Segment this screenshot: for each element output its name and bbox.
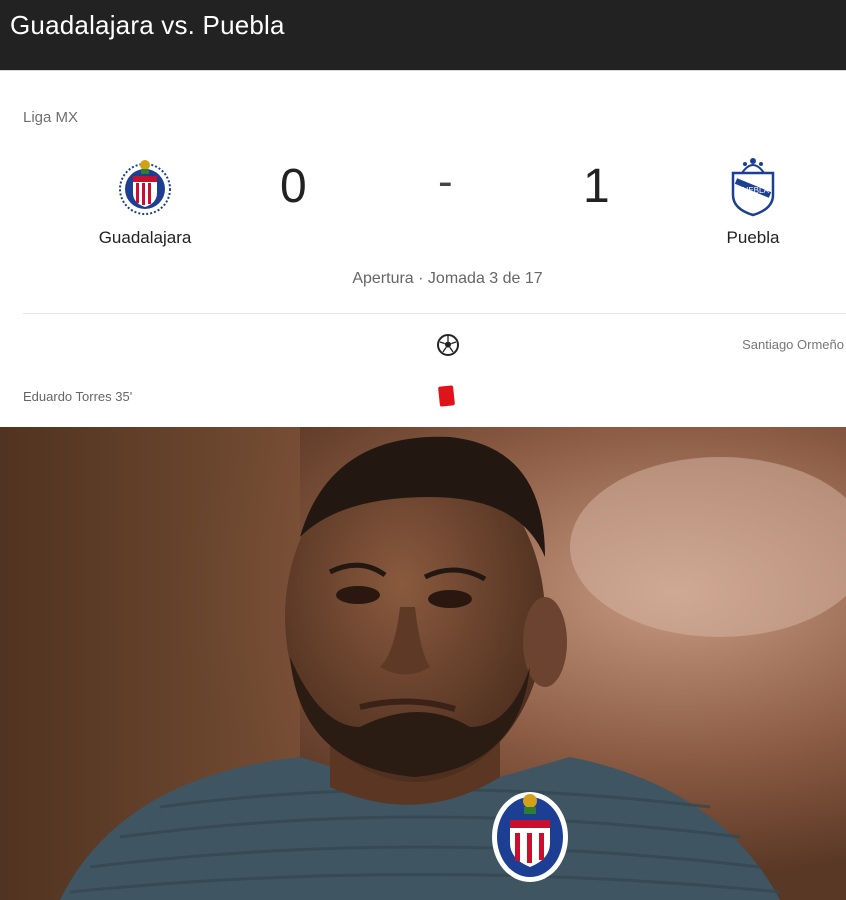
page-title: Guadalajara vs. Puebla bbox=[10, 10, 285, 40]
reaction-photo-illustration bbox=[0, 427, 846, 900]
puebla-crest-icon: PUEBLA bbox=[731, 158, 775, 217]
match-card[interactable]: Liga MX Guadalajara 0 - 1 PUEBLA Puebla bbox=[0, 70, 846, 427]
away-team[interactable]: PUEBLA Puebla bbox=[673, 151, 833, 248]
score-separator: - bbox=[438, 157, 453, 206]
round-info: Apertura · Jomada 3 de 17 bbox=[352, 270, 543, 287]
away-goal-scorer[interactable]: Santiago Ormeño bbox=[742, 337, 844, 352]
header-bar: Guadalajara vs. Puebla bbox=[0, 0, 846, 70]
soccer-ball-icon bbox=[437, 334, 459, 356]
away-team-name[interactable]: Puebla bbox=[673, 228, 833, 248]
reaction-photo bbox=[0, 427, 846, 900]
home-team-name[interactable]: Guadalajara bbox=[65, 228, 225, 248]
league-label[interactable]: Liga MX bbox=[23, 109, 78, 126]
home-team[interactable]: Guadalajara bbox=[65, 151, 225, 248]
guadalajara-crest-icon bbox=[119, 160, 171, 215]
away-score: 1 bbox=[583, 160, 610, 213]
red-card-icon bbox=[437, 385, 456, 407]
divider bbox=[23, 313, 846, 314]
home-score: 0 bbox=[280, 160, 307, 213]
home-red-card-player[interactable]: Eduardo Torres 35' bbox=[23, 389, 132, 404]
svg-text:PUEBLA: PUEBLA bbox=[737, 186, 769, 195]
